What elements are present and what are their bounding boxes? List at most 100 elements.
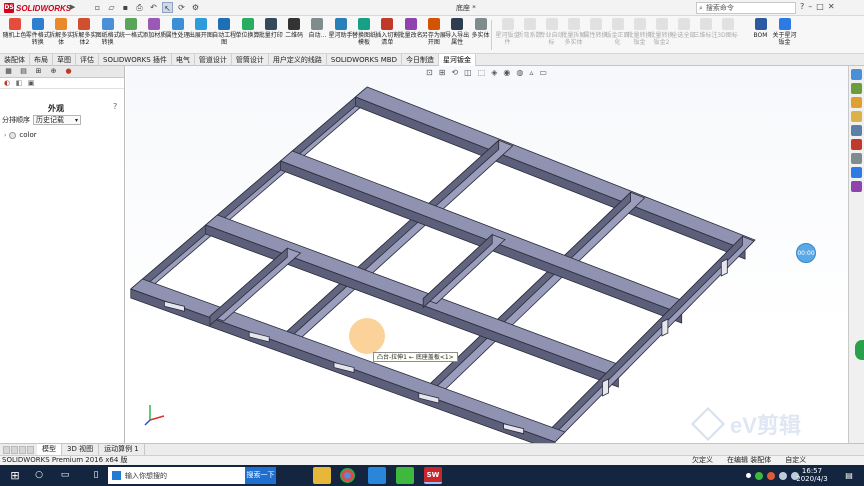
notes-icon[interactable]: ▯	[88, 465, 104, 486]
new-icon[interactable]: ▫	[92, 2, 103, 13]
tab-2[interactable]: 草图	[53, 54, 76, 66]
search-commands-input[interactable]: ⌕ 搜索命令	[696, 2, 796, 14]
ribbon-button[interactable]: 随机上色	[2, 18, 27, 52]
recording-timer[interactable]: 00:00	[796, 243, 816, 263]
display-style-icon[interactable]: ◈	[491, 68, 497, 77]
decal-icon[interactable]: ◧	[15, 79, 23, 87]
view-settings-icon[interactable]: ▭	[539, 68, 547, 77]
close-icon[interactable]: ✕	[828, 2, 835, 11]
model-tab-2[interactable]: 运动算例 1	[99, 444, 145, 455]
expand-icon[interactable]: ›	[4, 132, 6, 139]
print-icon[interactable]: ⎙	[134, 2, 145, 13]
system-clock[interactable]: 16:57 2020/4/3	[790, 467, 834, 483]
notification-icon[interactable]: ▤	[842, 465, 856, 486]
help-icon[interactable]: ?	[113, 102, 117, 111]
chrome-icon[interactable]	[340, 468, 355, 483]
model-tab-0[interactable]: 模型	[37, 444, 62, 455]
tab-7[interactable]: 管筒设计	[232, 54, 269, 66]
tray-arrow-icon[interactable]	[746, 473, 751, 478]
ribbon-button[interactable]: 拆解多实体2	[72, 18, 97, 52]
tab-5[interactable]: 电气	[172, 54, 195, 66]
ribbon-button[interactable]: 自动...	[305, 18, 330, 52]
design-library-icon[interactable]	[851, 97, 862, 108]
tree-item-color[interactable]: › color	[4, 131, 37, 139]
app-tray-icon[interactable]	[767, 471, 775, 480]
tab-4[interactable]: SOLIDWORKS 插件	[99, 54, 172, 66]
ribbon-button[interactable]: 插入切割清单	[375, 18, 400, 52]
ribbon-button[interactable]: 导入导出属性	[445, 18, 470, 52]
section-view-icon[interactable]: ◫	[464, 68, 472, 77]
minimize-icon[interactable]: –	[808, 2, 812, 11]
ribbon-button[interactable]: 属性处理	[165, 18, 190, 52]
ribbon-button[interactable]: 零件格式转换	[25, 18, 50, 52]
frame-slot[interactable]	[720, 258, 728, 277]
scene-icon[interactable]: ▵	[529, 68, 533, 77]
task-view-icon[interactable]: ▭	[56, 465, 74, 486]
ribbon-button[interactable]: 批量改名	[398, 18, 423, 52]
taskbar-search-button[interactable]: 搜索一下	[245, 467, 276, 484]
hide-show-icon[interactable]: ◉	[503, 68, 510, 77]
frame-slot[interactable]	[661, 318, 669, 337]
zoom-area-icon[interactable]: ⊞	[439, 68, 446, 77]
ribbon-button[interactable]: 统一格式	[119, 18, 144, 52]
appearances-icon[interactable]	[851, 139, 862, 150]
file-explorer-icon[interactable]	[313, 467, 331, 484]
scene-icon[interactable]: ▣	[27, 79, 35, 87]
tab-6[interactable]: 管道设计	[195, 54, 232, 66]
tab-0[interactable]: 装配体	[0, 54, 30, 66]
ribbon-button[interactable]: BOM	[748, 18, 773, 52]
taskbar-search-input[interactable]: 输入你想搜的	[108, 467, 245, 484]
home-icon[interactable]	[851, 69, 862, 80]
custom-properties-icon[interactable]	[851, 153, 862, 164]
ribbon-button[interactable]: 添加材质	[142, 18, 167, 52]
model-tab-1[interactable]: 3D 视图	[62, 444, 100, 455]
solidworks-app-icon[interactable]: SW	[424, 467, 442, 484]
prev-tab-icon[interactable]	[11, 445, 18, 454]
sort-order-select[interactable]: 历史记载 ▾	[33, 115, 81, 125]
solidworks-logo[interactable]: DS SOLIDWORKS	[4, 2, 71, 14]
ribbon-button[interactable]: 星河助手	[328, 18, 353, 52]
toolbox-icon[interactable]	[851, 181, 862, 192]
tab-1[interactable]: 布局	[30, 54, 53, 66]
select-icon[interactable]: ↖	[162, 2, 173, 13]
view-orientation-icon[interactable]: ⬚	[478, 68, 486, 77]
ribbon-button[interactable]: 多实体	[468, 18, 493, 52]
network-icon[interactable]	[779, 471, 787, 480]
search-icon[interactable]: ○	[30, 465, 48, 486]
tab-3[interactable]: 评估	[76, 54, 99, 66]
first-tab-icon[interactable]	[3, 445, 10, 454]
open-icon[interactable]: ▱	[106, 2, 117, 13]
zoom-fit-icon[interactable]: ⊡	[426, 68, 433, 77]
view-palette-icon[interactable]	[851, 125, 862, 136]
edit-appearance-icon[interactable]: ◍	[516, 68, 523, 77]
menu-expand-icon[interactable]: ▶	[70, 3, 75, 11]
forum-icon[interactable]	[851, 167, 862, 178]
previous-view-icon[interactable]: ⟲	[451, 68, 458, 77]
restore-icon[interactable]: □	[816, 2, 824, 11]
tab-9[interactable]: SOLIDWORKS MBD	[327, 54, 402, 66]
ribbon-button[interactable]: 图纸格式转换	[95, 18, 120, 52]
appearance-icon[interactable]: ◐	[3, 79, 11, 87]
ribbon-button[interactable]: 出展开图	[188, 18, 213, 52]
file-explorer-icon[interactable]	[851, 111, 862, 122]
help-icon[interactable]: ?	[800, 2, 804, 11]
resources-icon[interactable]	[851, 83, 862, 94]
ribbon-button[interactable]: 关于星河钣金	[772, 18, 797, 52]
next-tab-icon[interactable]	[19, 445, 26, 454]
ribbon-button[interactable]: 拆解多实体	[49, 18, 74, 52]
options-icon[interactable]: ⚙	[190, 2, 201, 13]
save-icon[interactable]: ▪	[120, 2, 131, 13]
tab-10[interactable]: 今日制造	[402, 54, 439, 66]
property-manager-icon[interactable]: ▤	[19, 67, 28, 76]
ribbon-button[interactable]: 替换图纸模板	[352, 18, 377, 52]
feature-tree-icon[interactable]: ▦	[4, 67, 13, 76]
start-icon[interactable]: ⊞	[6, 465, 24, 486]
ribbon-button[interactable]: 自动工程图	[212, 18, 237, 52]
tab-8[interactable]: 用户定义的线路	[269, 54, 327, 66]
configuration-manager-icon[interactable]: ⊞	[34, 67, 43, 76]
ribbon-button[interactable]: 批量打印	[258, 18, 283, 52]
side-plugin-tab[interactable]	[855, 340, 864, 360]
assembly-model[interactable]	[126, 66, 848, 443]
ribbon-button[interactable]: 另存为展开图	[421, 18, 446, 52]
units-menu[interactable]: 自定义	[785, 456, 806, 465]
